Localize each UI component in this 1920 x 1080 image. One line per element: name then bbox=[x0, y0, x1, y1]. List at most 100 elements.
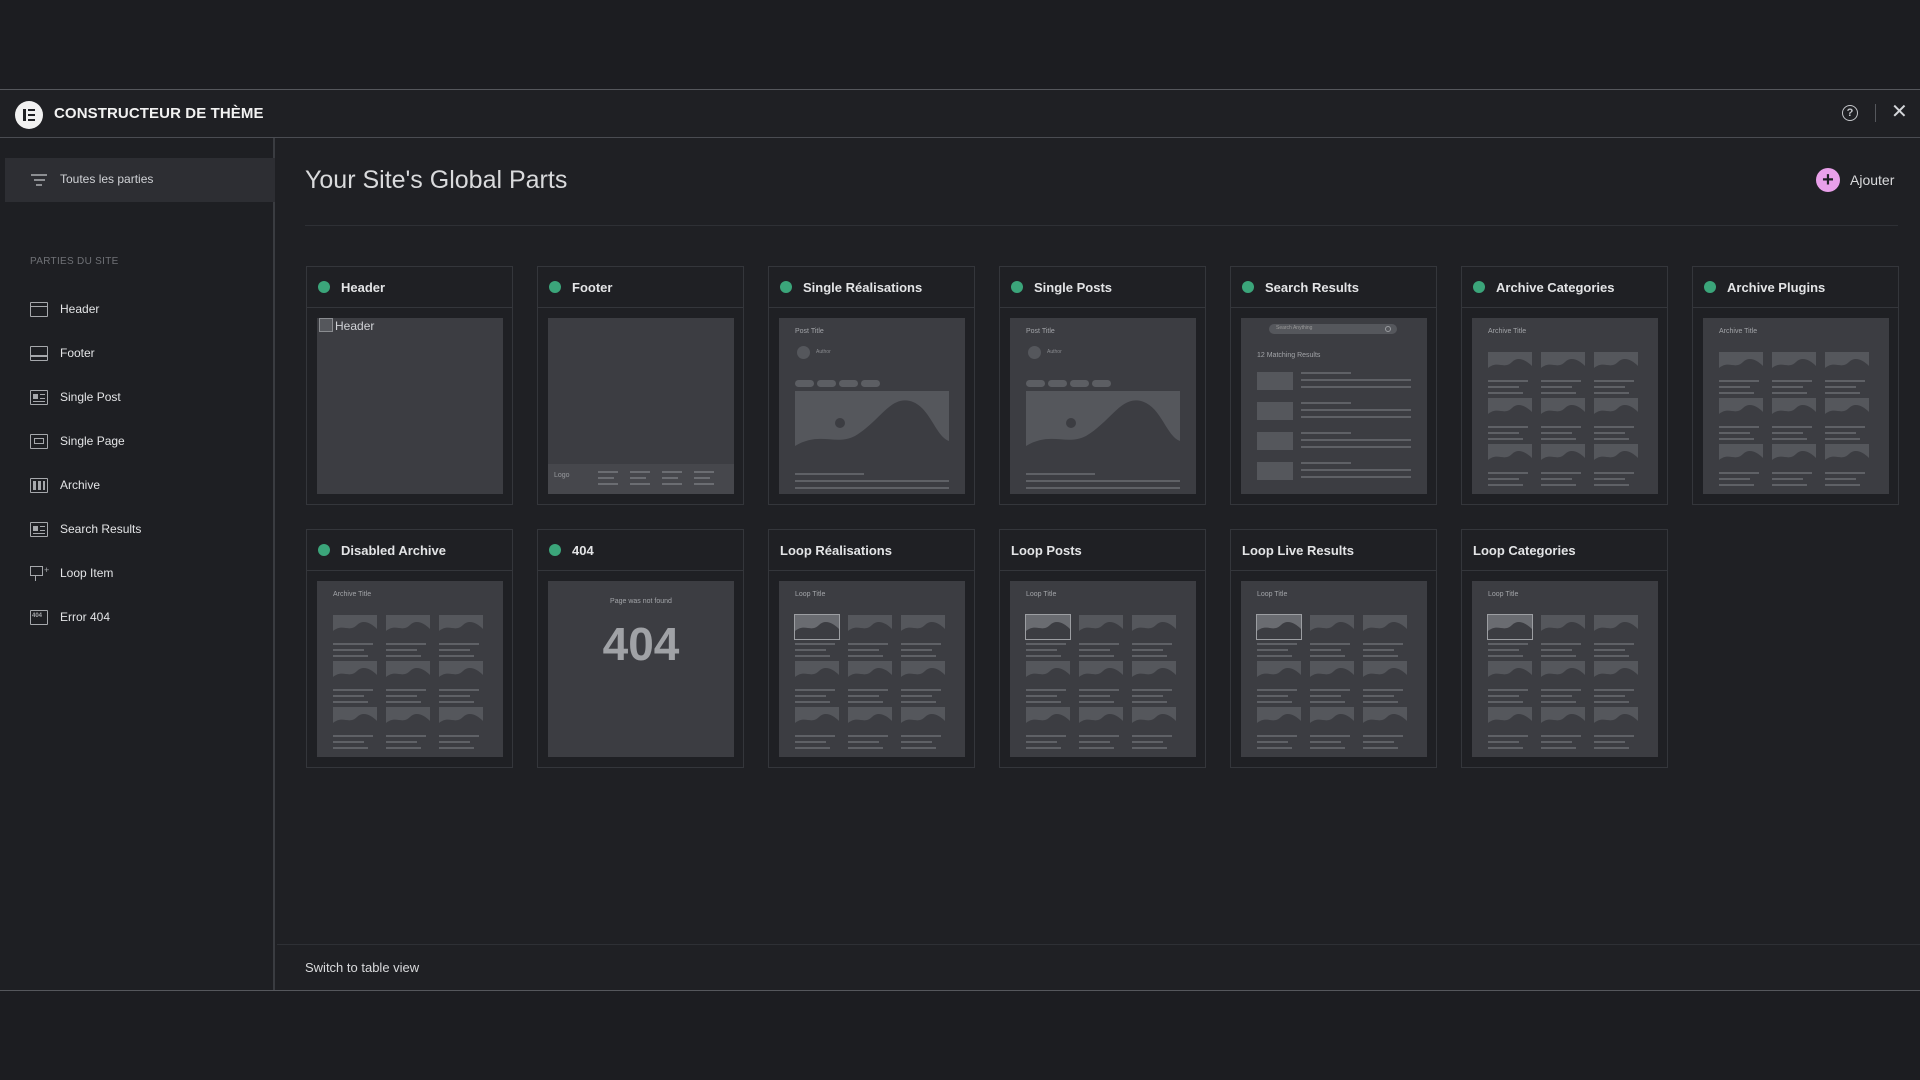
sidebar-item-label: Single Page bbox=[60, 434, 125, 448]
card-title: Disabled Archive bbox=[341, 542, 447, 558]
search-bar-preview: Search Anything bbox=[1269, 324, 1397, 334]
template-card[interactable]: Single Posts Post Title Author bbox=[999, 266, 1206, 505]
template-card[interactable]: Loop Live Results Loop Title bbox=[1230, 529, 1437, 768]
template-card[interactable]: Loop Réalisations Loop Title bbox=[768, 529, 975, 768]
switch-to-table-view-link[interactable]: Switch to table view bbox=[305, 960, 419, 975]
template-card[interactable]: Single Réalisations Post Title Author bbox=[768, 266, 975, 505]
template-card[interactable]: 404 Page was not found 404 bbox=[537, 529, 744, 768]
card-title: Loop Categories bbox=[1473, 542, 1576, 558]
card-thumbnail[interactable]: Archive Title bbox=[1703, 318, 1889, 494]
help-icon[interactable]: ? bbox=[1842, 105, 1858, 121]
card-title: Loop Posts bbox=[1011, 542, 1082, 558]
loop-title-text: Loop Title bbox=[795, 591, 826, 598]
avatar bbox=[1028, 346, 1041, 359]
avatar bbox=[797, 346, 810, 359]
single-page-icon bbox=[30, 433, 48, 449]
sidebar-item-search-results[interactable]: Search Results bbox=[30, 519, 141, 539]
card-title: Search Results bbox=[1265, 279, 1359, 295]
post-title-text: Post Title bbox=[1026, 328, 1055, 335]
sidebar-item-label: Header bbox=[60, 302, 100, 316]
sidebar-item-error-404[interactable]: 404 Error 404 bbox=[30, 607, 110, 627]
status-dot bbox=[1473, 281, 1485, 293]
sidebar-item-footer[interactable]: Footer bbox=[30, 343, 95, 363]
filter-icon bbox=[31, 174, 47, 189]
card-header: Loop Réalisations bbox=[769, 530, 974, 571]
sidebar-item-header[interactable]: Header bbox=[30, 299, 99, 319]
card-thumbnail[interactable]: Page was not found 404 bbox=[548, 581, 734, 757]
template-card[interactable]: Search Results Search Anything 12 Matching… bbox=[1230, 266, 1437, 505]
card-thumbnail[interactable]: Archive Title bbox=[1472, 318, 1658, 494]
sidebar-item-archive[interactable]: Archive bbox=[30, 475, 100, 495]
sidebar-item-label: Single Post bbox=[60, 390, 121, 404]
divider bbox=[277, 944, 1920, 945]
all-parts-button[interactable]: Toutes les parties bbox=[5, 158, 275, 202]
add-button[interactable]: + Ajouter bbox=[1816, 168, 1894, 192]
card-thumbnail[interactable]: Logo bbox=[548, 318, 734, 494]
card-title: Footer bbox=[572, 279, 613, 295]
card-thumbnail[interactable]: Loop Title bbox=[1010, 581, 1196, 757]
card-title: Archive Plugins bbox=[1727, 279, 1826, 295]
sidebar-item-label: Search Results bbox=[60, 522, 142, 536]
image-placeholder-icon bbox=[795, 391, 949, 461]
card-thumbnail[interactable]: Loop Title bbox=[1241, 581, 1427, 757]
sidebar: Toutes les parties PARTIES DU SITE Heade… bbox=[0, 138, 275, 990]
card-header: Archive Plugins bbox=[1693, 267, 1898, 308]
card-title: Loop Réalisations bbox=[780, 542, 892, 558]
main-content: Your Site's Global Parts + Ajouter Heade… bbox=[277, 138, 1920, 990]
app-title: CONSTRUCTEUR DE THÈME bbox=[54, 105, 264, 122]
sidebar-item-single-page[interactable]: Single Page bbox=[30, 431, 125, 451]
post-title-text: Post Title bbox=[795, 328, 824, 335]
elementor-logo-icon bbox=[15, 101, 43, 129]
card-header: Single Posts bbox=[1000, 267, 1205, 308]
header-icon bbox=[30, 301, 48, 317]
card-title: Archive Categories bbox=[1496, 279, 1615, 295]
close-icon[interactable]: ✕ bbox=[1891, 102, 1908, 122]
card-thumbnail[interactable]: Loop Title bbox=[1472, 581, 1658, 757]
error-404-icon: 404 bbox=[30, 609, 48, 625]
card-thumbnail[interactable]: Search Anything 12 Matching Results bbox=[1241, 318, 1427, 494]
image-placeholder-icon bbox=[1026, 391, 1180, 461]
card-title: Loop Live Results bbox=[1242, 542, 1354, 558]
footer-logo-text: Logo bbox=[554, 472, 570, 479]
loop-title-text: Loop Title bbox=[1026, 591, 1057, 598]
template-card[interactable]: Header Header bbox=[306, 266, 513, 505]
card-title: 404 bbox=[572, 542, 594, 558]
card-thumbnail[interactable]: Loop Title bbox=[779, 581, 965, 757]
status-dot bbox=[549, 544, 561, 556]
template-card[interactable]: Disabled Archive Archive Title bbox=[306, 529, 513, 768]
author-text: Author bbox=[1047, 349, 1062, 355]
card-header: Loop Posts bbox=[1000, 530, 1205, 571]
footer-icon bbox=[30, 345, 48, 361]
card-header: 404 bbox=[538, 530, 743, 571]
divider bbox=[1875, 104, 1876, 122]
status-dot bbox=[318, 281, 330, 293]
status-dot bbox=[1242, 281, 1254, 293]
card-thumbnail[interactable]: Archive Title bbox=[317, 581, 503, 757]
page-title: Your Site's Global Parts bbox=[305, 166, 568, 194]
sidebar-item-label: Loop Item bbox=[60, 566, 114, 580]
sidebar-item-single-post[interactable]: Single Post bbox=[30, 387, 121, 407]
template-card[interactable]: Loop Categories Loop Title bbox=[1461, 529, 1668, 768]
sidebar-item-loop-item[interactable]: + Loop Item bbox=[30, 563, 113, 583]
template-card[interactable]: Archive Categories Archive Title bbox=[1461, 266, 1668, 505]
template-card[interactable]: Loop Posts Loop Title bbox=[999, 529, 1206, 768]
card-header: Single Réalisations bbox=[769, 267, 974, 308]
status-dot bbox=[780, 281, 792, 293]
template-card[interactable]: Footer Logo bbox=[537, 266, 744, 505]
archive-title-text: Archive Title bbox=[1719, 328, 1758, 335]
card-title: Header bbox=[341, 279, 386, 295]
status-dot bbox=[1704, 281, 1716, 293]
card-header: Header bbox=[307, 267, 512, 308]
author-text: Author bbox=[816, 349, 831, 355]
site-parts-section-label: PARTIES DU SITE bbox=[30, 256, 119, 267]
divider bbox=[305, 225, 1898, 226]
loop-item-icon: + bbox=[30, 565, 49, 581]
template-card[interactable]: Archive Plugins Archive Title bbox=[1692, 266, 1899, 505]
card-thumbnail[interactable]: Post Title Author bbox=[779, 318, 965, 494]
archive-title-text: Archive Title bbox=[333, 591, 372, 598]
card-thumbnail[interactable]: Post Title Author bbox=[1010, 318, 1196, 494]
results-count-text: 12 Matching Results bbox=[1257, 352, 1321, 359]
card-thumbnail[interactable]: Header bbox=[317, 318, 503, 494]
card-header: Disabled Archive bbox=[307, 530, 512, 571]
add-label: Ajouter bbox=[1850, 172, 1895, 188]
